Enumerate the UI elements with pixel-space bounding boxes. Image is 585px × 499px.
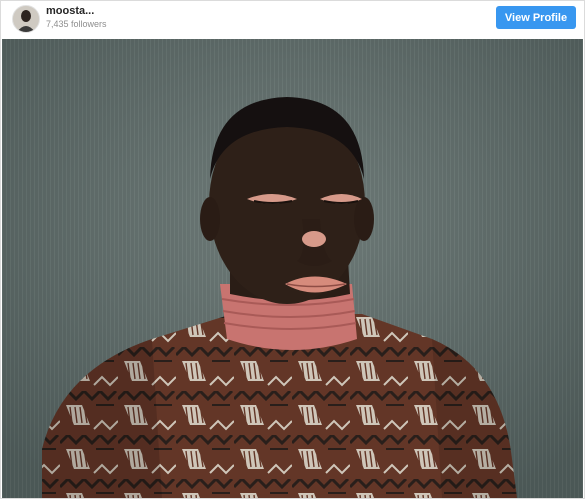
portrait-image [2,39,583,498]
username[interactable]: moosta... [46,6,107,17]
avatar-image [13,6,39,32]
follower-count: 7,435 followers [46,19,107,29]
view-profile-button[interactable]: View Profile [496,6,576,29]
post-photo[interactable] [2,39,583,498]
instagram-embed-card: moosta... 7,435 followers View Profile [0,0,585,499]
user-info: moosta... 7,435 followers [46,6,107,29]
post-header: moosta... 7,435 followers View Profile [1,1,584,37]
profile-avatar[interactable] [12,5,40,33]
